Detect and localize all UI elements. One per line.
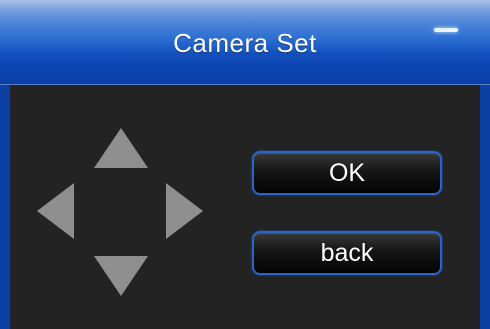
title-bar: Camera Set	[0, 0, 490, 85]
arrow-left-icon[interactable]	[37, 183, 74, 239]
dialog-content	[10, 85, 480, 329]
arrow-right-icon[interactable]	[166, 183, 203, 239]
camera-set-dialog: Camera Set OK back	[0, 0, 490, 329]
back-button[interactable]: back	[252, 231, 442, 275]
dialog-title: Camera Set	[173, 28, 317, 58]
minimize-icon[interactable]	[432, 24, 460, 38]
ok-button[interactable]: OK	[252, 151, 442, 195]
minimize-bar	[434, 28, 458, 32]
arrow-up-icon[interactable]	[94, 128, 148, 168]
arrow-down-icon[interactable]	[94, 256, 148, 296]
